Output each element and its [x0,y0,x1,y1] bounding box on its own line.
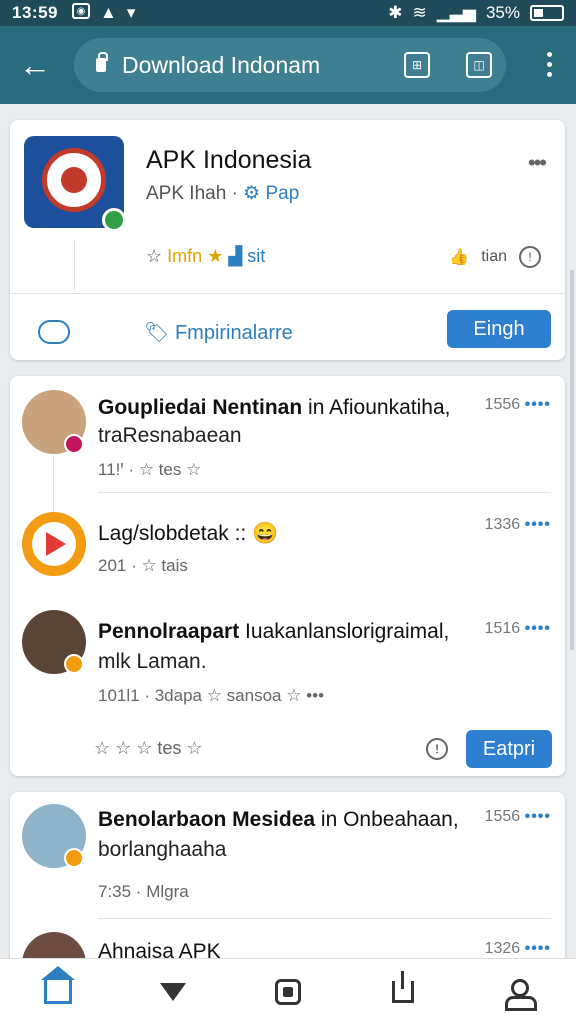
post-title[interactable]: Lag/slobdetak :: 😄 [98,522,278,546]
post-text: borlanghaaha [98,838,227,861]
stat-label: sit [247,246,266,266]
post-text: traResnabaean [98,424,242,447]
notification-icon: ▲ [99,3,117,22]
battery-icon [530,5,564,21]
play-icon [159,982,186,1001]
nav-profile[interactable] [488,962,548,1022]
battery-fill [534,9,543,17]
tab-icon[interactable]: ◫ [466,52,492,78]
notification-icon: ◉ [71,3,90,19]
verified-badge-icon [102,208,126,232]
app-subtitle: APK Ihah · ⚙ Pap [146,182,299,205]
rating-label: Imfn [167,246,203,266]
divider [98,492,551,493]
info-icon[interactable]: ! [519,246,541,268]
status-time: 13:59 [12,3,58,22]
logo-emblem [42,148,106,212]
location-icon: ▾ [126,3,136,22]
like-area: 👍 tian ! [449,246,541,268]
notification-icons: ◉ ▲ ▾ [71,3,136,23]
bottom-nav [0,958,576,1024]
divider [10,293,565,294]
divider [98,918,551,919]
scrollbar[interactable] [570,270,574,650]
chart-icon: ▟ [228,246,243,266]
status-bar: 13:59 ◉ ▲ ▾ ✱ ≋ ▁▃▅ 35% [0,0,576,26]
bookmark-icon[interactable]: ⊞ [404,52,430,78]
post-meta: 201 · ☆ tais [98,556,188,575]
post-count: 1516 •••• [484,620,551,637]
post-text: mlk Laman. [98,650,207,673]
promo-link[interactable]: 🏷 Fmpirinalarre [144,320,293,345]
post-count: 1326 •••• [484,940,551,957]
post-count: 1336 •••• [484,516,551,533]
feed-card: Benolarbaon Mesidea in Onbeahaan, borlan… [10,792,565,982]
primary-action-button[interactable]: Eingh [447,310,551,348]
app-category: ⚙ Pap [243,183,300,204]
nav-home[interactable] [28,962,88,1022]
back-arrow-icon[interactable]: ← [0,26,70,104]
info-icon[interactable]: ! [426,738,448,760]
like-label: tian [481,248,507,265]
post-count: 1556 •••• [484,396,551,413]
star-icon: ★ [207,246,224,266]
emoji-icon: 😄 [252,522,279,545]
app-meta: ☆ Imfn ★ ▟ sit [146,246,265,267]
avatar-badge-icon [64,434,84,454]
post-title[interactable]: Pennolraapart Iuakanlanslorigraimal, [98,620,449,644]
app-bar: ← Download Indonam ⊞ ◫ [0,26,576,104]
rating-stars[interactable]: ☆ ☆ ☆ tes ☆ [94,738,203,759]
menu-dots-icon[interactable] [547,52,552,77]
divider [74,240,75,290]
play-store-icon[interactable] [22,512,86,576]
lock-icon [96,52,108,72]
post-meta: 101l1 · 3dapa ☆ sansoa ☆ ••• [98,686,325,705]
nav-share[interactable] [373,962,433,1022]
record-icon [274,978,301,1005]
battery-percent: 35% [485,3,520,22]
avatar-badge-icon [64,654,84,674]
chat-icon[interactable] [38,320,70,344]
post-title[interactable]: Benolarbaon Mesidea in Onbeahaan, [98,808,459,832]
url-bar[interactable]: Download Indonam ⊞ ◫ [74,38,506,92]
app-title: APK Indonesia [146,146,312,174]
rating-icon: ☆ [146,246,163,266]
post-meta: 11!ꞌ · ☆ tes ☆ [98,460,202,479]
more-options-icon[interactable]: ••• [528,150,547,176]
feed-card: Goupliedai Nentinan in Afiounkatiha, tra… [10,376,565,776]
home-icon [40,965,75,1004]
signal-icon: ▁▃▅ [436,3,476,22]
wifi-icon: ≋ [412,3,427,22]
bluetooth-icon: ✱ [388,3,403,22]
post-meta: 7:35 · Mlgra [98,882,189,901]
app-publisher: APK Ihah · [146,183,238,204]
share-icon [392,970,415,1003]
url-text: Download Indonam [122,51,321,78]
post-action-button[interactable]: Eatpri [466,730,552,768]
thumbs-up-icon[interactable]: 👍 [449,247,469,267]
post-count: 1556 •••• [484,808,551,825]
nav-explore[interactable] [143,962,203,1022]
avatar-badge-icon [64,848,84,868]
profile-icon [505,978,538,1011]
nav-record[interactable] [258,962,318,1022]
post-title[interactable]: Goupliedai Nentinan in Afiounkatiha, [98,396,450,420]
more-icon: •••• [524,396,551,413]
app-card: APK Indonesia APK Ihah · ⚙ Pap ••• ☆ Imf… [10,120,565,360]
